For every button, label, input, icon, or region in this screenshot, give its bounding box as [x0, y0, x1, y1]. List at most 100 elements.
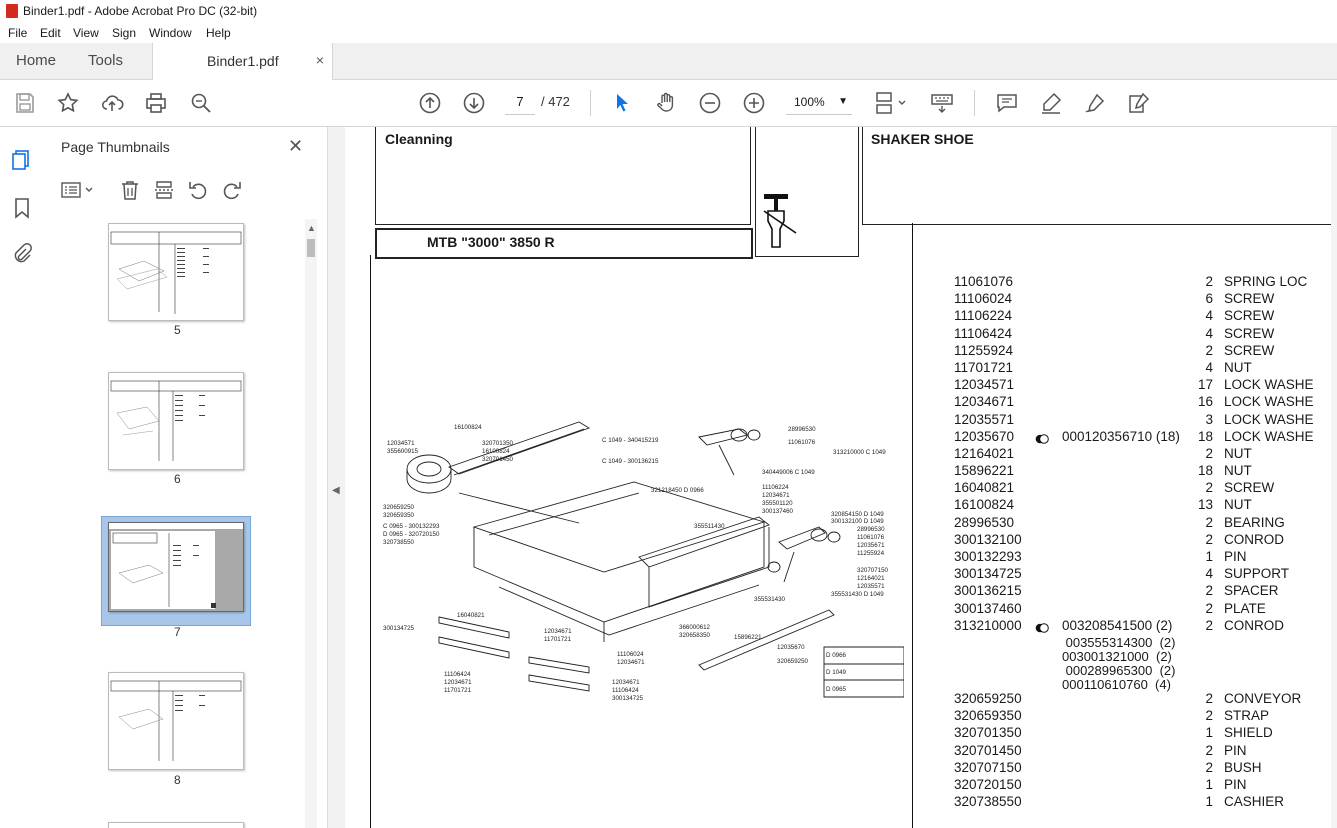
- save-icon[interactable]: [13, 91, 37, 115]
- lubrication-symbol-icon: [763, 194, 797, 248]
- thumbnail-page-5[interactable]: [108, 223, 244, 321]
- star-icon[interactable]: [56, 91, 80, 115]
- page-display-icon[interactable]: [875, 91, 909, 115]
- part-quantity: 4: [1205, 325, 1213, 341]
- part-quantity: 2: [1205, 742, 1213, 758]
- svg-text:300134725: 300134725: [383, 625, 415, 632]
- parts-list-row: 320720150 1 PIN: [954, 776, 1247, 793]
- zoom-out-icon[interactable]: [698, 91, 722, 115]
- zoom-search-icon[interactable]: [189, 91, 213, 115]
- options-menu-icon[interactable]: [61, 180, 95, 200]
- svg-text:321218450 D 0966: 321218450 D 0966: [651, 487, 704, 494]
- zoom-in-icon[interactable]: [742, 91, 766, 115]
- hand-tool-icon[interactable]: [654, 91, 678, 115]
- comment-icon[interactable]: [995, 91, 1019, 115]
- group-title: SHAKER SHOE: [871, 131, 974, 147]
- part-number: 11106024: [954, 291, 1013, 307]
- page-number-input[interactable]: 7: [505, 90, 535, 115]
- part-number: 300132293: [954, 549, 1022, 564]
- panel-splitter[interactable]: ◀: [327, 127, 346, 828]
- part-description: SPRING LOC: [1224, 274, 1308, 289]
- menu-help[interactable]: Help: [206, 26, 231, 40]
- next-page-icon[interactable]: [462, 91, 486, 115]
- previous-page-icon[interactable]: [418, 91, 442, 115]
- collapse-panel-icon[interactable]: ◀: [332, 485, 340, 496]
- scrollbar-thumb[interactable]: [307, 239, 315, 257]
- model-title: MTB "3000" 3850 R: [427, 234, 555, 250]
- svg-text:11255924: 11255924: [857, 550, 885, 557]
- part-number: 320659350: [954, 708, 1022, 724]
- thumbnail-scrollbar[interactable]: ▲: [305, 219, 317, 828]
- close-icon[interactable]: ✕: [288, 136, 303, 157]
- scroll-up-icon[interactable]: ▲: [307, 223, 316, 233]
- svg-text:320738550: 320738550: [383, 539, 415, 546]
- page-column-divider: [912, 223, 913, 828]
- thumbnail-page-7[interactable]: [108, 522, 244, 612]
- svg-text:11106424: 11106424: [444, 671, 471, 678]
- thumbnail-page-9[interactable]: [108, 822, 244, 828]
- print-icon[interactable]: [144, 91, 168, 115]
- panel-title: Page Thumbnails: [61, 139, 170, 155]
- toolbar-divider: [974, 90, 975, 116]
- svg-text:11106424: 11106424: [612, 687, 639, 694]
- bookmark-icon[interactable]: [11, 197, 33, 219]
- attachment-icon[interactable]: [11, 242, 33, 264]
- parts-list-row: 16100824 13 NUT: [954, 496, 1252, 513]
- part-description: PLATE: [1224, 600, 1266, 616]
- svg-text:D 0966: D 0966: [826, 652, 847, 659]
- parts-list-row: 11106224 4 SCREW: [954, 307, 1274, 324]
- svg-text:320701350: 320701350: [482, 440, 514, 447]
- menu-window[interactable]: Window: [149, 26, 192, 40]
- thumbnail-page-8[interactable]: [108, 672, 244, 770]
- highlight-pen-icon[interactable]: [1039, 91, 1063, 115]
- parts-list-row: 11701721 4 NUT: [954, 359, 1252, 376]
- part-description: NUT: [1224, 359, 1252, 375]
- part-number: 300136215: [954, 583, 1022, 599]
- document-scrollbar[interactable]: [1331, 127, 1337, 828]
- menu-file[interactable]: File: [8, 26, 27, 40]
- part-description: LOCK WASHE: [1224, 411, 1314, 427]
- keyboard-scroll-icon[interactable]: [930, 91, 954, 115]
- part-description: SPACER: [1224, 583, 1279, 599]
- zoom-level-select[interactable]: 100% ▼: [786, 90, 852, 115]
- document-view[interactable]: Cleanning MTB "3000" 3850 R SHAKER SHOE: [345, 127, 1337, 828]
- delete-page-icon[interactable]: [119, 179, 141, 201]
- menu-bar: File Edit View Sign Window Help: [0, 22, 1337, 43]
- part-description: SCREW: [1224, 480, 1275, 496]
- part-quantity: 4: [1205, 308, 1213, 324]
- part-number: 12035670: [954, 428, 1015, 444]
- svg-text:320854150 D 1049: 320854150 D 1049: [831, 511, 884, 518]
- page-thumbnails-icon[interactable]: [11, 149, 33, 171]
- page-border-left: [370, 255, 371, 828]
- extract-page-icon[interactable]: [153, 179, 175, 201]
- tab-home[interactable]: Home: [16, 43, 56, 79]
- thumbnail-page-6[interactable]: [108, 372, 244, 470]
- part-description: SCREW: [1224, 308, 1275, 324]
- tab-document[interactable]: Binder1.pdf ×: [152, 43, 333, 80]
- parts-list-row: 12034671 16 LOCK WASHE: [954, 393, 1314, 410]
- menu-sign[interactable]: Sign: [112, 26, 136, 40]
- part-number: 320707150: [954, 759, 1022, 775]
- part-quantity: 4: [1205, 566, 1213, 582]
- part-number: 320720150: [954, 776, 1022, 792]
- tab-tools[interactable]: Tools: [88, 43, 123, 79]
- upload-cloud-icon[interactable]: [100, 91, 124, 115]
- part-description: SUPPORT: [1224, 566, 1290, 582]
- tab-close-icon[interactable]: ×: [316, 52, 324, 68]
- part-quantity: 18: [1197, 428, 1213, 444]
- menu-edit[interactable]: Edit: [40, 26, 61, 40]
- draw-sign-icon[interactable]: [1083, 91, 1107, 115]
- page-total: / 472: [541, 94, 570, 109]
- part-quantity: 13: [1197, 497, 1213, 513]
- menu-view[interactable]: View: [73, 26, 99, 40]
- svg-text:12034671: 12034671: [612, 679, 640, 686]
- rotate-cw-icon[interactable]: [221, 179, 243, 201]
- rotate-ccw-icon[interactable]: [187, 179, 209, 201]
- fill-sign-icon[interactable]: [1127, 91, 1151, 115]
- svg-text:340449006 C 1049: 340449006 C 1049: [762, 469, 815, 476]
- acrobat-app-icon: [6, 4, 18, 18]
- select-cursor-icon[interactable]: [610, 91, 634, 115]
- svg-text:300137460: 300137460: [762, 508, 794, 515]
- part-number: 15896221: [954, 463, 1015, 479]
- part-quantity: 2: [1205, 708, 1213, 724]
